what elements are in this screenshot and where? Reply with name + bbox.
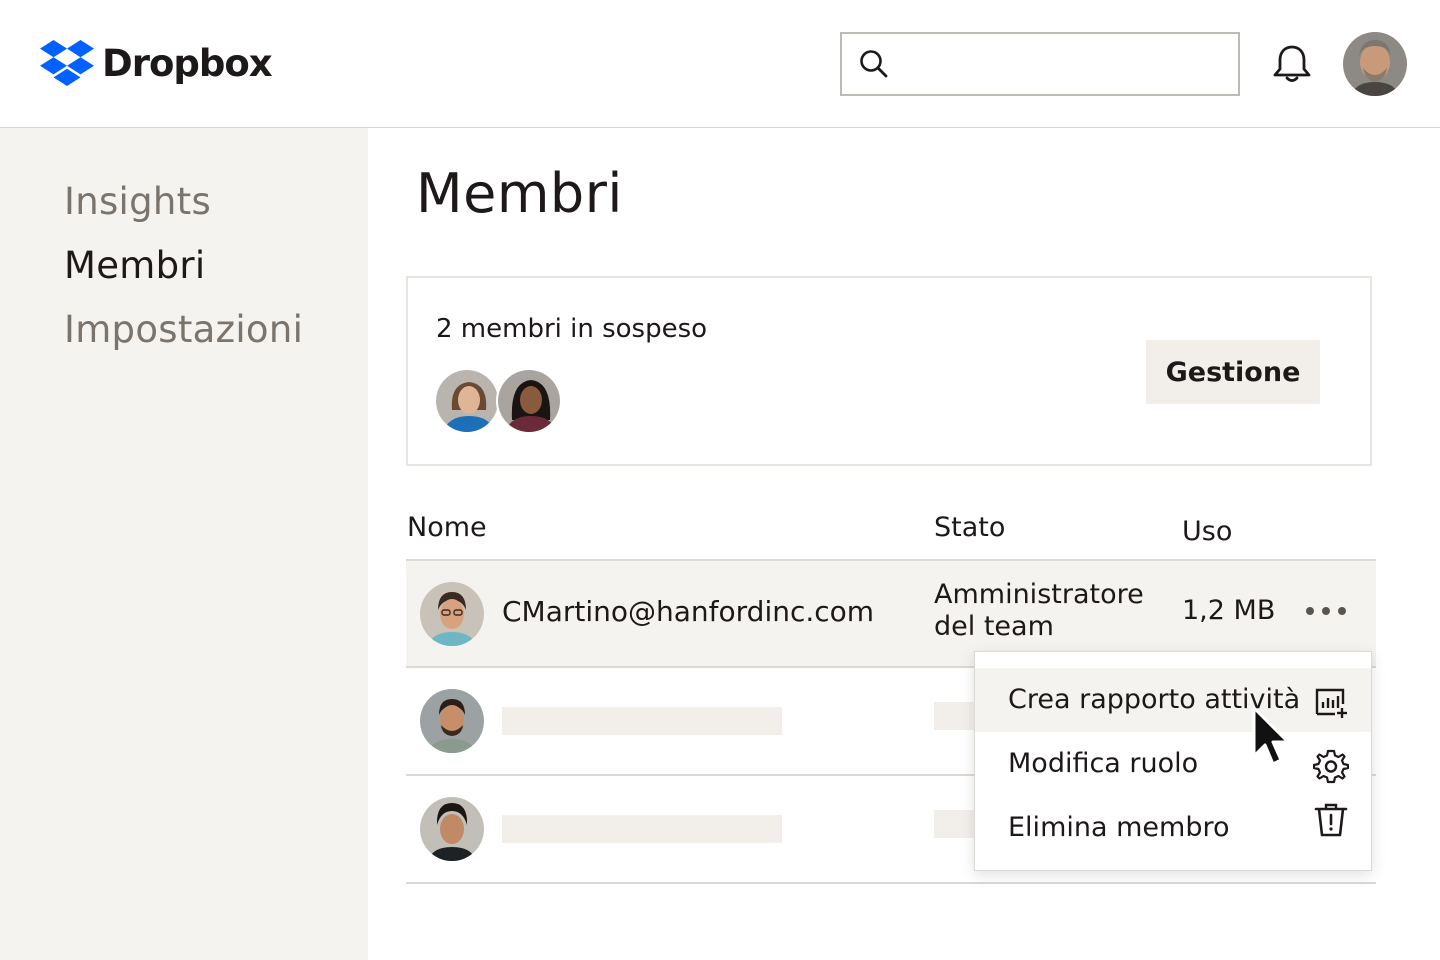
- menu-item-label: Elimina membro: [1008, 812, 1230, 843]
- column-header-stato[interactable]: Stato: [934, 512, 1005, 543]
- logo-text: Dropbox: [102, 41, 273, 85]
- column-header-nome[interactable]: Nome: [407, 512, 487, 543]
- menu-item-create-report[interactable]: Crea rapporto attività: [975, 668, 1371, 732]
- trash-icon: [1314, 803, 1348, 837]
- manage-button[interactable]: Gestione: [1146, 340, 1320, 404]
- sidebar: Insights Membri Impostazioni: [0, 128, 368, 960]
- sidebar-item-insights[interactable]: Insights: [64, 180, 211, 223]
- avatar-photo: [1343, 32, 1407, 96]
- member-status: Amministratore del team: [934, 579, 1144, 642]
- pending-members-text: 2 membri in sospeso: [436, 314, 708, 344]
- member-avatar: [420, 582, 484, 646]
- more-options-icon[interactable]: [1306, 599, 1346, 623]
- mouse-cursor-icon: [1252, 706, 1290, 766]
- menu-item-delete-member[interactable]: Elimina membro: [975, 796, 1371, 860]
- member-avatar: [420, 797, 484, 861]
- status-placeholder: [934, 810, 978, 838]
- search-icon: [860, 50, 888, 78]
- top-header: Dropbox: [0, 0, 1440, 128]
- dropbox-logo[interactable]: Dropbox: [40, 40, 273, 86]
- pending-avatar: [496, 368, 562, 434]
- sidebar-item-impostazioni[interactable]: Impostazioni: [64, 308, 303, 351]
- page-title: Membri: [416, 162, 623, 225]
- dropbox-logo-icon: [40, 40, 94, 86]
- member-email: CMartino@hanfordinc.com: [502, 595, 875, 628]
- menu-item-label: Modifica ruolo: [1008, 748, 1199, 779]
- row-actions-menu: Crea rapporto attività Modifica ruolo El…: [974, 651, 1372, 871]
- search-input[interactable]: [840, 32, 1240, 96]
- pending-members-card: 2 membri in sospeso Gestione: [406, 276, 1372, 466]
- bell-icon[interactable]: [1270, 44, 1314, 84]
- member-usage: 1,2 MB: [1182, 595, 1276, 626]
- status-placeholder: [934, 702, 978, 730]
- gear-icon: [1313, 749, 1349, 784]
- member-avatar: [420, 689, 484, 753]
- menu-item-edit-role[interactable]: Modifica ruolo: [975, 732, 1371, 796]
- sidebar-item-membri[interactable]: Membri: [64, 244, 206, 287]
- pending-avatar: [434, 368, 500, 434]
- name-placeholder: [502, 707, 782, 735]
- user-avatar[interactable]: [1343, 32, 1407, 96]
- name-placeholder: [502, 815, 782, 843]
- report-add-icon: [1315, 688, 1347, 718]
- column-header-uso[interactable]: Uso: [1182, 516, 1232, 547]
